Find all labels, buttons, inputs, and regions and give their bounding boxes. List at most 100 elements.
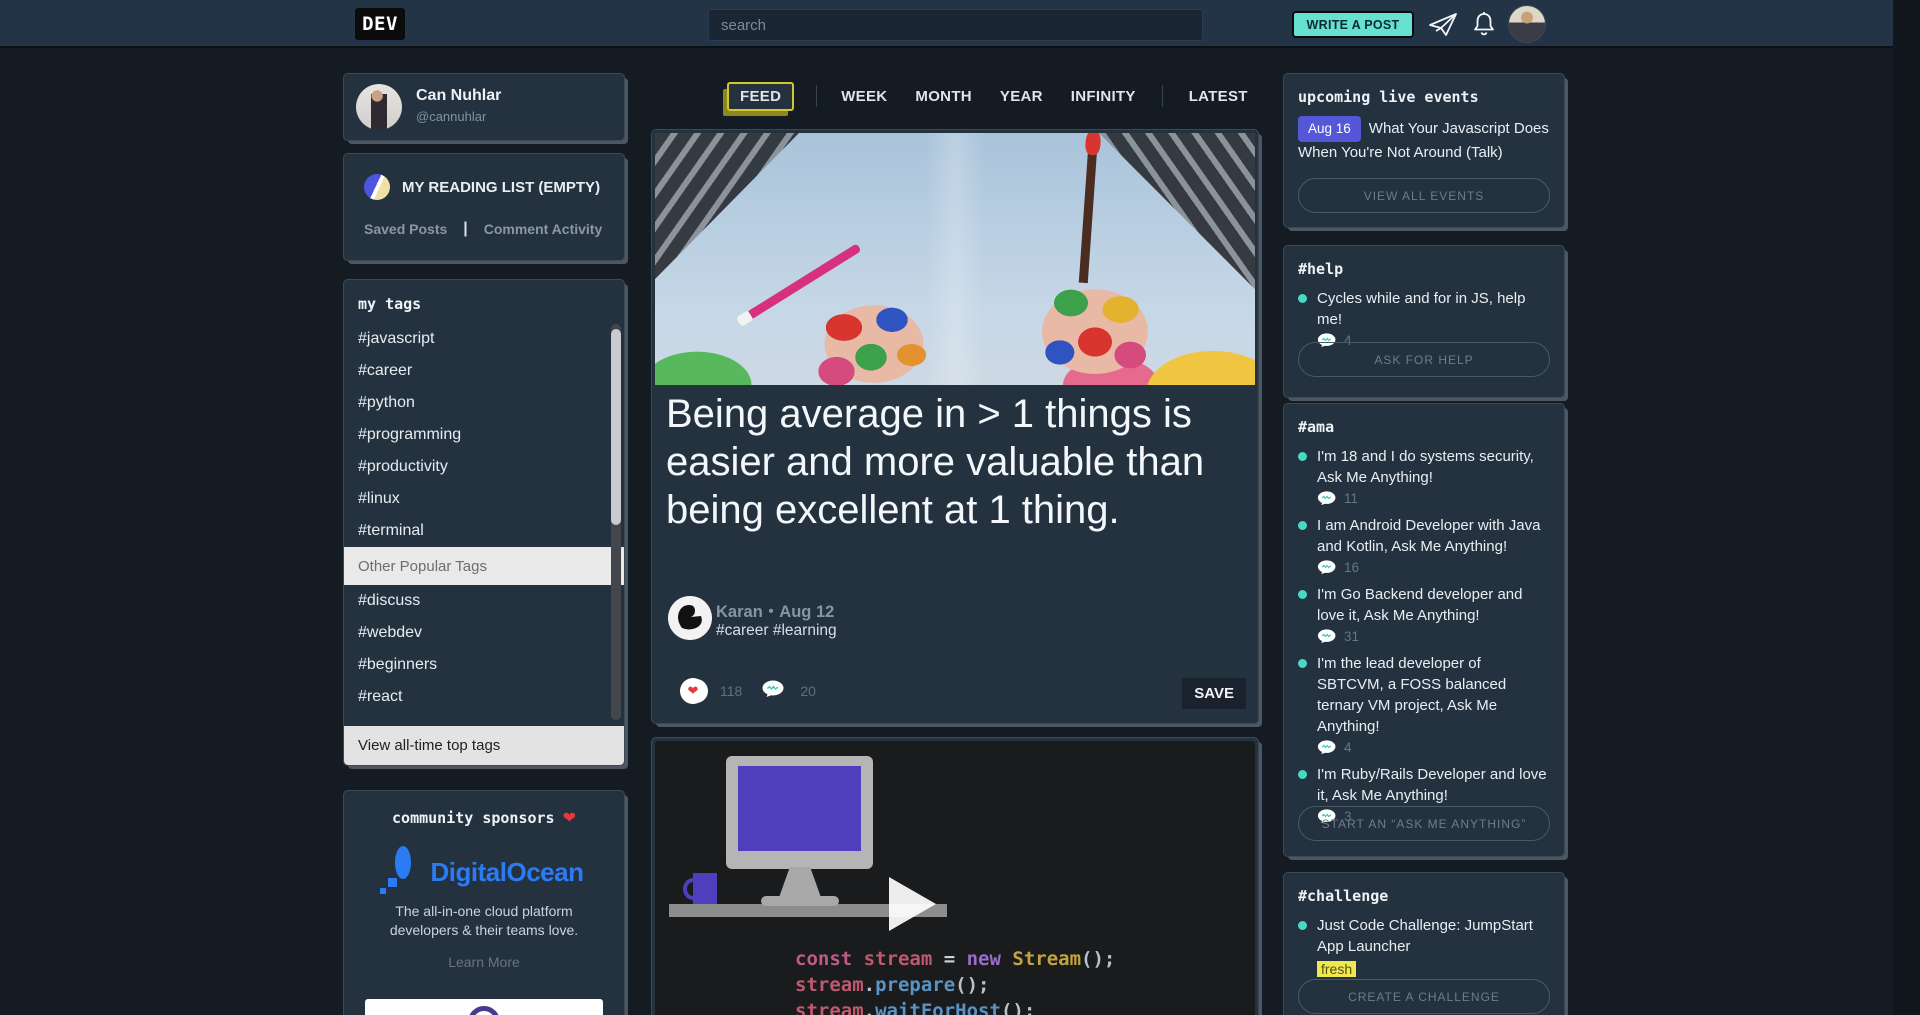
profile-name[interactable]: Can Nuhlar bbox=[416, 87, 501, 105]
save-button[interactable]: SAVE bbox=[1182, 678, 1246, 709]
write-post-button[interactable]: WRITE A POST bbox=[1292, 11, 1414, 38]
sidebar-tag-productivity[interactable]: #productivity bbox=[344, 451, 624, 483]
other-popular-tags-header: Other Popular Tags bbox=[344, 547, 624, 585]
comment-bubble-icon[interactable] bbox=[762, 680, 786, 703]
feed-video-card: const stream = new Stream();stream.prepa… bbox=[651, 737, 1259, 1015]
page-scrollbar[interactable] bbox=[1893, 0, 1920, 1015]
bullet-icon bbox=[1298, 521, 1307, 530]
sidebar-tag-programming[interactable]: #programming bbox=[344, 419, 624, 451]
sidebar-tag-linux[interactable]: #linux bbox=[344, 483, 624, 515]
tab-month[interactable]: MONTH bbox=[915, 88, 972, 105]
digitalocean-mark-icon bbox=[385, 854, 421, 890]
create-challenge-button[interactable]: CREATE A CHALLENGE bbox=[1298, 979, 1550, 1014]
ama-item-title[interactable]: I am Android Developer with Java and Kot… bbox=[1317, 515, 1550, 557]
event-date-badge: Aug 16 bbox=[1298, 116, 1361, 142]
comment-count: 31 bbox=[1344, 629, 1359, 644]
feed-post-card: Being average in > 1 things is easier an… bbox=[651, 129, 1259, 724]
help-item: Cycles while and for in JS, help me! 4 bbox=[1284, 288, 1564, 348]
paintbrush-graphic bbox=[1079, 133, 1098, 283]
video-thumbnail[interactable]: const stream = new Stream();stream.prepa… bbox=[655, 741, 1255, 1015]
view-all-tags-link[interactable]: View all-time top tags bbox=[344, 726, 624, 765]
reading-list-title[interactable]: MY READING LIST (EMPTY) bbox=[402, 179, 600, 196]
links-divider: | bbox=[463, 220, 467, 238]
tab-infinity[interactable]: INFINITY bbox=[1071, 88, 1136, 105]
post-cover-image[interactable] bbox=[655, 133, 1255, 385]
ama-item: I am Android Developer with Java and Kot… bbox=[1284, 515, 1564, 575]
digitalocean-logo[interactable]: DigitalOcean bbox=[344, 854, 624, 890]
comment-bubble-icon bbox=[1317, 740, 1338, 755]
ask-for-help-button[interactable]: ASK FOR HELP bbox=[1298, 342, 1550, 377]
paper-plane-icon[interactable] bbox=[1428, 12, 1458, 42]
search-input[interactable] bbox=[708, 9, 1203, 41]
ama-item-title[interactable]: I'm Go Backend developer and love it, As… bbox=[1317, 584, 1550, 626]
dev-community-page: DEV WRITE A POST Can Nuhlar @cannuhlar M… bbox=[0, 0, 1920, 1015]
ama-title: #ama bbox=[1284, 404, 1564, 446]
ama-item: I'm 18 and I do systems security, Ask Me… bbox=[1284, 446, 1564, 506]
help-title: #help bbox=[1284, 246, 1564, 288]
profile-card: Can Nuhlar @cannuhlar bbox=[343, 73, 625, 141]
tab-divider bbox=[816, 85, 817, 107]
event-item[interactable]: Aug 16What Your Javascript Does When You… bbox=[1284, 116, 1564, 164]
sidebar-tag-discuss[interactable]: #discuss bbox=[344, 585, 624, 617]
monitor-graphic bbox=[726, 756, 873, 869]
ama-item-title[interactable]: I'm Ruby/Rails Developer and love it, As… bbox=[1317, 764, 1550, 806]
help-card: #help Cycles while and for in JS, help m… bbox=[1283, 245, 1565, 398]
view-all-events-button[interactable]: VIEW ALL EVENTS bbox=[1298, 178, 1550, 213]
bullet-icon bbox=[1298, 659, 1307, 668]
heart-icon: ❤ bbox=[563, 808, 576, 828]
comment-count: 11 bbox=[1344, 491, 1358, 506]
my-tags-card: my tags #javascript #career #python #pro… bbox=[343, 279, 625, 766]
profile-avatar[interactable] bbox=[356, 84, 402, 130]
bullet-icon bbox=[1298, 921, 1307, 930]
ama-item-title[interactable]: I'm the lead developer of SBTCVM, a FOSS… bbox=[1317, 653, 1550, 737]
bullet-icon bbox=[1298, 590, 1307, 599]
notifications-bell-icon[interactable] bbox=[1471, 10, 1497, 43]
challenge-item: Just Code Challenge: JumpStart App Launc… bbox=[1284, 915, 1564, 979]
learn-more-link[interactable]: Learn More bbox=[344, 954, 624, 970]
user-avatar[interactable] bbox=[1508, 5, 1546, 43]
tab-feed[interactable]: FEED bbox=[727, 82, 794, 111]
start-ama-button[interactable]: START AN “ASK ME ANYTHING” bbox=[1298, 806, 1550, 841]
heart-reaction-icon[interactable]: ❤ bbox=[680, 678, 706, 704]
sidebar-tag-python[interactable]: #python bbox=[344, 387, 624, 419]
comment-count: 20 bbox=[800, 683, 816, 699]
tags-scrollbar-thumb[interactable] bbox=[611, 329, 621, 525]
tab-divider bbox=[1162, 85, 1163, 107]
post-tags[interactable]: #career #learning bbox=[716, 622, 837, 640]
ama-item: I'm Go Backend developer and love it, As… bbox=[1284, 584, 1564, 644]
mug-graphic bbox=[693, 873, 717, 904]
ama-item: I'm the lead developer of SBTCVM, a FOSS… bbox=[1284, 653, 1564, 755]
sidebar-tag-beginners[interactable]: #beginners bbox=[344, 649, 624, 681]
saved-posts-link[interactable]: Saved Posts bbox=[364, 221, 447, 237]
post-title[interactable]: Being average in > 1 things is easier an… bbox=[666, 390, 1246, 534]
play-button-icon[interactable] bbox=[889, 877, 936, 931]
tab-year[interactable]: YEAR bbox=[1000, 88, 1043, 105]
sponsor-ring-icon bbox=[468, 1006, 500, 1015]
ama-item-title[interactable]: I'm 18 and I do systems security, Ask Me… bbox=[1317, 446, 1550, 488]
tab-week[interactable]: WEEK bbox=[841, 88, 887, 105]
sidebar-tag-terminal[interactable]: #terminal bbox=[344, 515, 624, 547]
dev-logo[interactable]: DEV bbox=[355, 8, 405, 40]
sponsor-logo-secondary[interactable] bbox=[365, 999, 603, 1015]
my-tags-title: my tags bbox=[344, 280, 624, 323]
events-title: upcoming live events bbox=[1284, 74, 1564, 116]
challenge-title: #challenge bbox=[1284, 873, 1564, 915]
live-events-card: upcoming live events Aug 16What Your Jav… bbox=[1283, 73, 1565, 228]
challenge-item-title[interactable]: Just Code Challenge: JumpStart App Launc… bbox=[1317, 915, 1550, 957]
help-item-title[interactable]: Cycles while and for in JS, help me! bbox=[1317, 288, 1550, 330]
post-author[interactable]: Karan bbox=[716, 603, 763, 621]
sidebar-tag-react[interactable]: #react bbox=[344, 681, 624, 713]
tags-scrollbar[interactable] bbox=[611, 324, 621, 720]
bullet-icon bbox=[1298, 294, 1307, 303]
profile-handle: @cannuhlar bbox=[416, 109, 486, 124]
top-navbar: DEV WRITE A POST bbox=[0, 0, 1893, 48]
digitalocean-wordmark: DigitalOcean bbox=[431, 857, 584, 888]
comment-activity-link[interactable]: Comment Activity bbox=[484, 221, 603, 237]
sidebar-tag-javascript[interactable]: #javascript bbox=[344, 323, 624, 355]
tab-latest[interactable]: LATEST bbox=[1189, 88, 1248, 105]
sidebar-tag-webdev[interactable]: #webdev bbox=[344, 617, 624, 649]
author-avatar[interactable] bbox=[668, 596, 712, 640]
reading-list-icon bbox=[364, 174, 390, 200]
sidebar-tag-career[interactable]: #career bbox=[344, 355, 624, 387]
comment-count: 16 bbox=[1344, 560, 1359, 575]
